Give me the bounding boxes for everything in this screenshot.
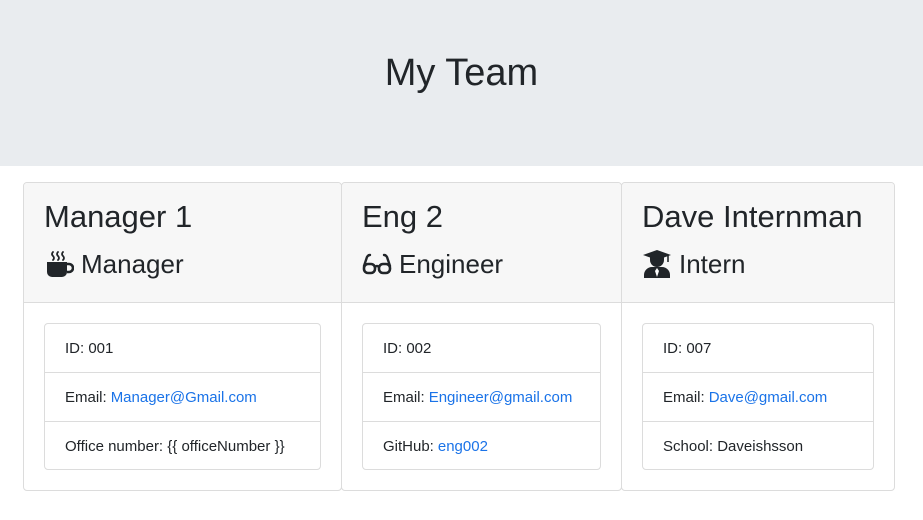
list-item-id: ID: 002 xyxy=(363,324,600,373)
item-label: Email: xyxy=(663,388,705,406)
user-graduate-icon xyxy=(642,249,672,279)
card-header: Manager 1 Manager xyxy=(24,183,341,303)
glasses-icon xyxy=(362,249,392,279)
page-header: My Team xyxy=(0,0,923,166)
employee-role: Intern xyxy=(642,247,746,281)
item-label: GitHub: xyxy=(383,438,434,455)
employee-card-intern: Dave Internman Intern ID: 007 Email: Dave… xyxy=(621,182,895,491)
item-value: 002 xyxy=(406,339,432,357)
employee-name: Dave Internman xyxy=(642,199,863,234)
employee-name: Manager 1 xyxy=(44,199,193,234)
item-value: Daveishsson xyxy=(717,438,804,455)
mug-hot-icon xyxy=(44,249,74,279)
employee-details-list: ID: 002 Email: Engineer@gmail.com GitHub:… xyxy=(362,323,601,470)
list-item-id: ID: 001 xyxy=(45,324,320,373)
item-label: School: xyxy=(663,438,714,455)
employee-role: Manager xyxy=(44,247,184,281)
employee-card-engineer: Eng 2 Engineer ID: 002 Email: Engineer@gm… xyxy=(341,182,622,491)
list-item-id: ID: 007 xyxy=(643,324,873,373)
list-item-github: GitHub: eng002 xyxy=(363,422,600,471)
list-item-school: School: Daveishsson xyxy=(643,422,873,471)
page-title: My Team xyxy=(384,52,539,94)
employee-details-list: ID: 001 Email: Manager@Gmail.com Office n… xyxy=(44,323,321,470)
email-link[interactable]: Dave@gmail.com xyxy=(709,389,828,406)
list-item-email: Email: Engineer@gmail.com xyxy=(363,373,600,422)
list-item-email: Email: Manager@Gmail.com xyxy=(45,373,320,422)
employee-details-list: ID: 007 Email: Dave@gmail.com School: Dav… xyxy=(642,323,874,470)
item-label: ID: xyxy=(65,339,85,357)
list-item-email: Email: Dave@gmail.com xyxy=(643,373,873,422)
role-label: Engineer xyxy=(399,249,504,279)
role-label: Manager xyxy=(81,249,184,279)
item-value: 001 xyxy=(88,339,114,357)
item-label: ID: xyxy=(663,339,683,357)
item-value: 007 xyxy=(686,339,712,357)
employee-card-manager: Manager 1 Manager ID: 001 Email: Manager@… xyxy=(23,182,342,491)
list-item-office: Office number: {{ officeNumber }} xyxy=(45,422,320,471)
item-label: Office number: xyxy=(65,438,164,455)
card-header: Eng 2 Engineer xyxy=(342,183,621,303)
github-link[interactable]: eng002 xyxy=(438,438,488,455)
employee-role: Engineer xyxy=(362,247,503,281)
email-link[interactable]: Engineer@gmail.com xyxy=(429,389,573,406)
item-label: ID: xyxy=(383,339,403,357)
card-header: Dave Internman Intern xyxy=(622,183,894,303)
role-label: Intern xyxy=(679,249,746,279)
email-link[interactable]: Manager@Gmail.com xyxy=(111,389,257,406)
item-label: Email: xyxy=(65,388,107,406)
item-label: Email: xyxy=(383,388,425,406)
employee-name: Eng 2 xyxy=(362,199,444,234)
item-value: {{ officeNumber }} xyxy=(167,438,285,455)
